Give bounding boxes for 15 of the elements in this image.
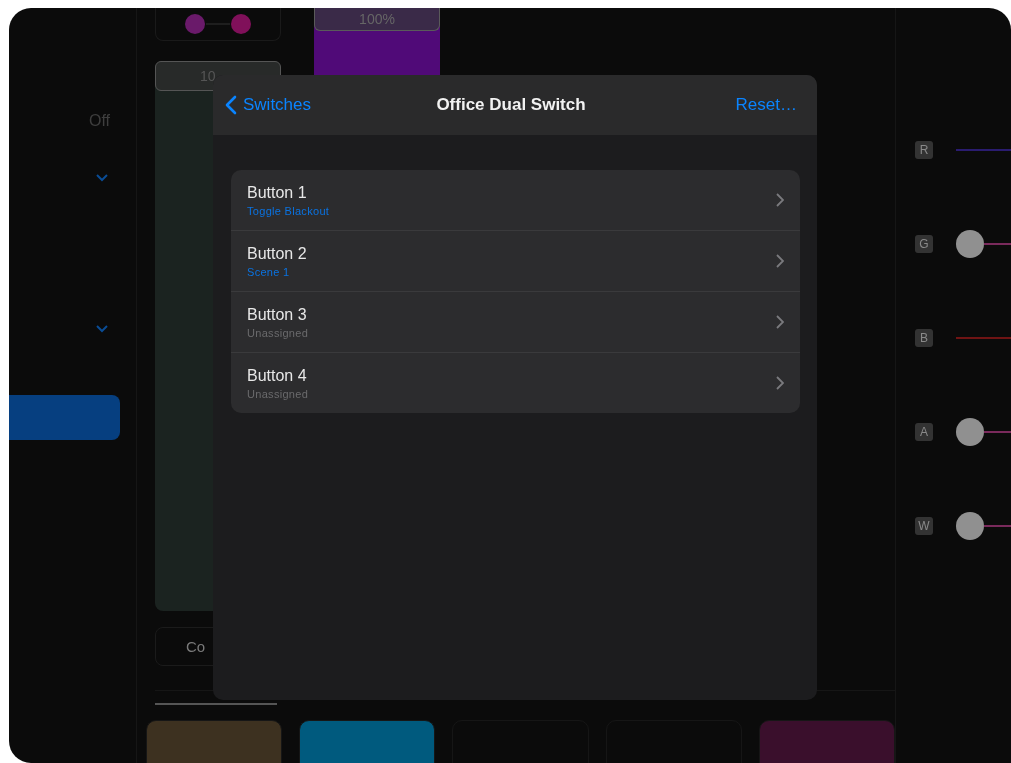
channel-label: A bbox=[915, 423, 933, 441]
row-title: Button 2 bbox=[247, 244, 307, 263]
channel-label: W bbox=[915, 517, 933, 535]
fader-value: 100% bbox=[314, 8, 440, 31]
row-title: Button 3 bbox=[247, 305, 308, 324]
dialog-title: Office Dual Switch bbox=[436, 95, 586, 115]
channel-label: B bbox=[915, 329, 933, 347]
row-subtitle: Unassigned bbox=[247, 387, 309, 400]
row-subtitle: Scene 1 bbox=[247, 265, 291, 278]
channel-label: R bbox=[915, 141, 933, 159]
row-title: Button 4 bbox=[247, 366, 308, 385]
row-title: Button 1 bbox=[247, 183, 308, 202]
row-subtitle: Toggle Blackout bbox=[247, 204, 330, 217]
row-subtitle: Unassigned bbox=[247, 326, 309, 339]
channel-label: G bbox=[915, 235, 933, 253]
